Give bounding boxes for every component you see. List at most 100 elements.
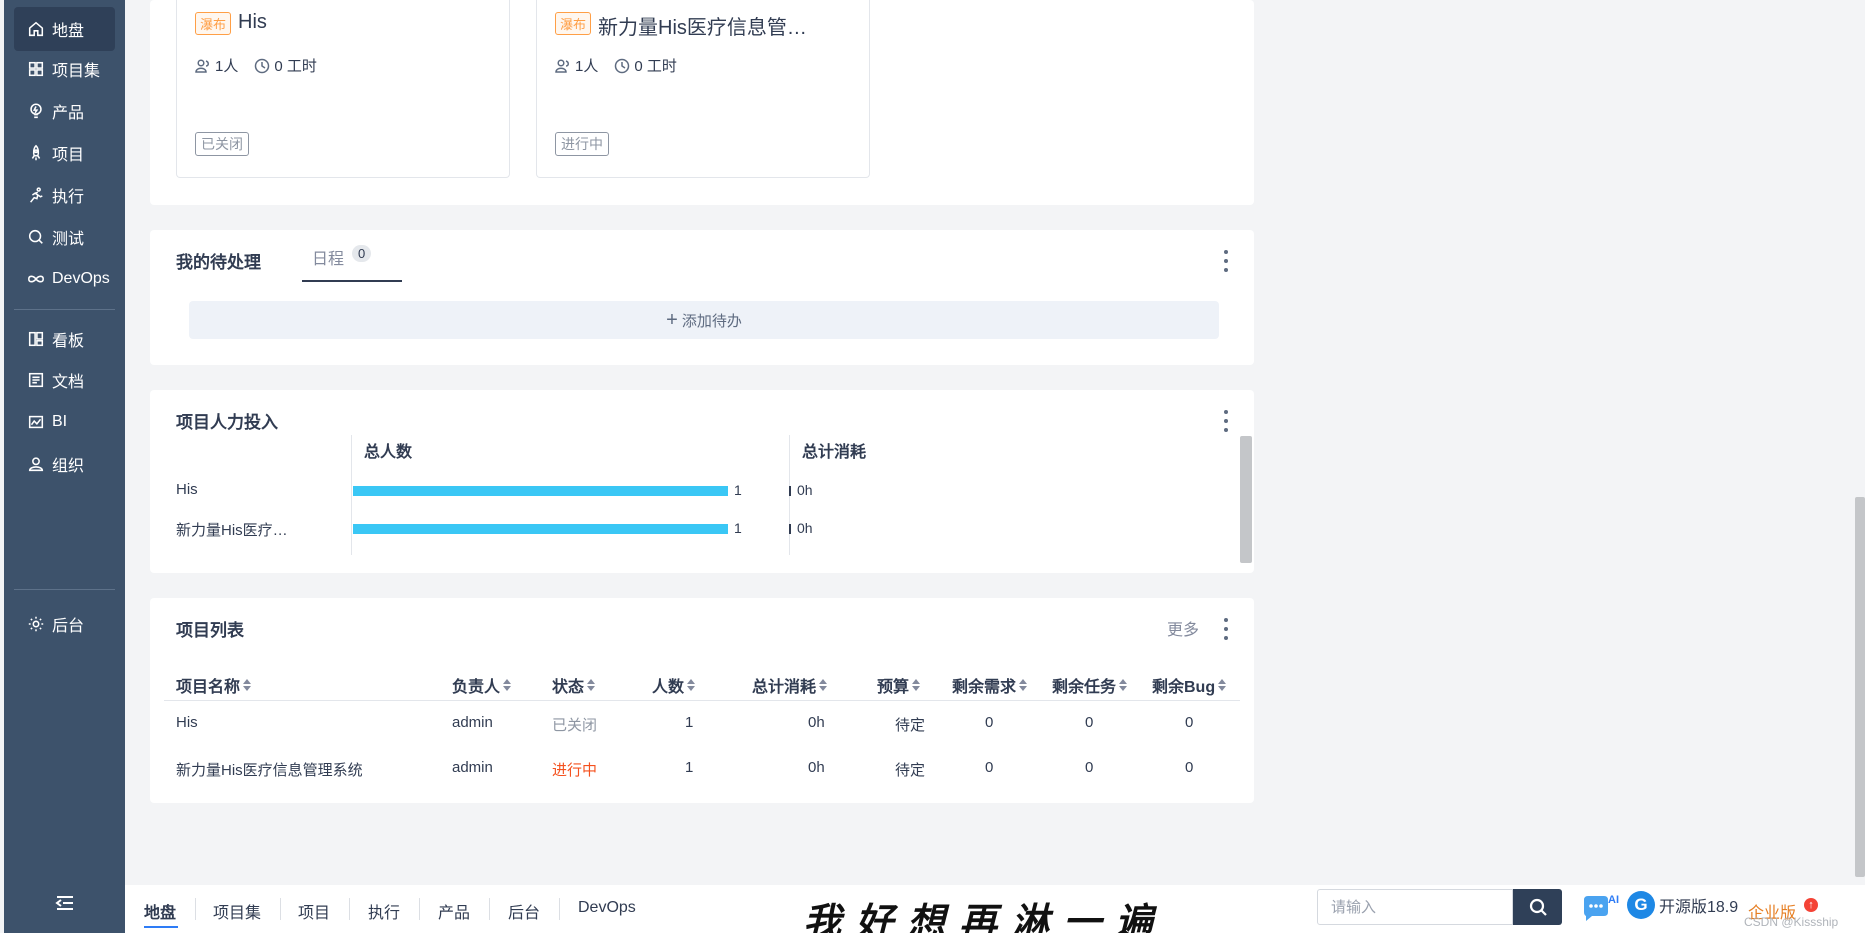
page-scrollbar[interactable] (1855, 497, 1865, 877)
more-link[interactable]: 更多 (1167, 616, 1199, 640)
sidebar-item-doc[interactable]: 文档 (14, 358, 115, 402)
version-switch[interactable]: G 开源版18.9 (1627, 891, 1738, 919)
sort-header-tasks[interactable]: 剩余任务 (1052, 673, 1128, 697)
column-header-cost: 总计消耗 (802, 444, 867, 461)
bottom-bar: 地盘 项目集 项目 执行 产品 后台 DevOps 我好想再淋一遍 AI G 开… (125, 885, 1865, 933)
slogan-overlay: 我好想再淋一遍 (803, 899, 1168, 933)
sort-header-budget[interactable]: 预算 (877, 673, 921, 697)
sort-header-name[interactable]: 项目名称 (176, 673, 252, 697)
more-options-icon[interactable] (1223, 250, 1229, 272)
chart-icon (26, 412, 46, 432)
sort-header-bugs[interactable]: 剩余Bug (1152, 673, 1227, 697)
sort-header-cost[interactable]: 总计消耗 (752, 673, 828, 697)
bottom-nav-program[interactable]: 项目集 (213, 899, 261, 923)
column-header-people: 总人数 (364, 444, 413, 461)
sort-icon (1119, 679, 1128, 691)
infinity-icon (26, 269, 46, 289)
user-icon (555, 58, 569, 73)
search-button[interactable] (1513, 889, 1562, 925)
sidebar-item-org[interactable]: 组织 (14, 442, 115, 486)
bottom-nav-dashboard[interactable]: 地盘 (144, 899, 176, 923)
project-name-link[interactable]: His (176, 714, 198, 731)
status-cell: 已关闭 (552, 717, 598, 734)
watermark: CSDN @Kissship (1744, 915, 1839, 929)
status-cell: 进行中 (552, 762, 598, 779)
project-card-name[interactable]: 新力量His医疗信息管… (598, 11, 807, 40)
sidebar-item-project[interactable]: 项目 (14, 131, 115, 175)
cost-cell: 0h (808, 759, 825, 776)
sidebar-item-program[interactable]: 项目集 (14, 47, 115, 91)
bottom-nav-execution[interactable]: 执行 (368, 899, 400, 923)
project-name-link[interactable]: 新力量His医疗信息管理系统 (176, 759, 363, 780)
more-options-icon[interactable] (1223, 618, 1229, 640)
panel-scrollbar[interactable] (1240, 436, 1252, 563)
bottom-nav-product[interactable]: 产品 (438, 899, 470, 923)
sidebar-item-test[interactable]: 测试 (14, 215, 115, 259)
people-bar (353, 524, 728, 534)
home-icon (26, 19, 46, 39)
sidebar-item-kanban[interactable]: 看板 (14, 317, 115, 361)
sidebar-item-dashboard[interactable]: 地盘 (14, 7, 115, 51)
bottom-nav-project[interactable]: 项目 (298, 899, 330, 923)
budget-cell: 待定 (895, 762, 926, 779)
tab-label: 日程 (312, 251, 345, 268)
work-hours: 0 工时 (274, 58, 317, 75)
sort-header-status[interactable]: 状态 (552, 673, 596, 697)
sort-icon (912, 679, 921, 691)
bugs-cell: 0 (1185, 714, 1194, 731)
stories-cell: 0 (985, 714, 994, 731)
version-label: 开源版18.9 (1659, 899, 1739, 916)
sort-header-people[interactable]: 人数 (652, 673, 696, 697)
sidebar-item-label: 执行 (52, 189, 85, 206)
owner-cell: admin (452, 714, 493, 731)
tasks-cell: 0 (1085, 714, 1094, 731)
table-divider (164, 700, 1240, 701)
run-icon (26, 185, 46, 205)
todo-panel: 我的待处理 日程 0 + 添加待办 (150, 230, 1254, 365)
bottom-nav-admin[interactable]: 后台 (508, 899, 540, 923)
sort-icon (243, 679, 252, 691)
sort-header-stories[interactable]: 剩余需求 (952, 673, 1028, 697)
add-todo-button[interactable]: + 添加待办 (189, 301, 1219, 339)
more-options-icon[interactable] (1223, 410, 1229, 432)
sidebar-item-product[interactable]: 产品 (14, 89, 115, 133)
sidebar-item-bi[interactable]: BI (14, 400, 115, 444)
ai-chat-icon[interactable]: AI (1580, 892, 1620, 924)
project-card-name[interactable]: His (238, 11, 267, 34)
search-icon (1529, 898, 1547, 916)
cost-bar (789, 486, 791, 496)
collapse-menu-icon[interactable] (54, 892, 76, 914)
sidebar-item-devops[interactable]: DevOps (14, 257, 115, 301)
tab-schedule[interactable]: 日程 0 (302, 245, 381, 281)
sidebar-item-label: 产品 (52, 105, 85, 122)
bottom-nav-devops[interactable]: DevOps (578, 899, 636, 917)
add-todo-label: 添加待办 (681, 312, 742, 330)
status-badge: 已关闭 (195, 132, 249, 156)
waterfall-tag: 瀑布 (195, 12, 232, 35)
owner-cell: admin (452, 759, 493, 776)
sidebar-item-label: 测试 (52, 231, 85, 248)
count-badge: 0 (352, 245, 372, 262)
people-cell: 1 (685, 759, 694, 776)
manpower-panel: 项目人力投入 总人数 总计消耗 His 1 0h 新力量His医疗… 1 0h (150, 390, 1254, 573)
sidebar-divider (14, 589, 115, 590)
member-count: 1人 (215, 58, 239, 75)
project-card[interactable]: 瀑布 新力量His医疗信息管… 1人 0 工时 进行中 (536, 0, 870, 178)
sort-icon (819, 679, 828, 691)
sidebar-item-admin[interactable]: 后台 (14, 602, 115, 646)
upgrade-arrow-icon: ↑ (1804, 898, 1818, 912)
plus-icon: + (666, 308, 678, 331)
axis-line (351, 435, 352, 555)
sidebar-item-label: BI (52, 413, 68, 430)
sidebar-item-label: DevOps (52, 270, 110, 287)
sort-icon (503, 679, 512, 691)
project-card-meta: 1人 0 工时 (195, 55, 317, 76)
sidebar-item-execution[interactable]: 执行 (14, 173, 115, 217)
people-value: 1 (734, 482, 742, 498)
users-icon (26, 454, 46, 474)
sort-header-owner[interactable]: 负责人 (452, 673, 512, 697)
project-card[interactable]: 瀑布 His 1人 0 工时 已关闭 (176, 0, 510, 178)
waterfall-tag: 瀑布 (555, 12, 592, 35)
panel-title: 项目人力投入 (176, 413, 278, 432)
search-input[interactable] (1317, 889, 1513, 925)
